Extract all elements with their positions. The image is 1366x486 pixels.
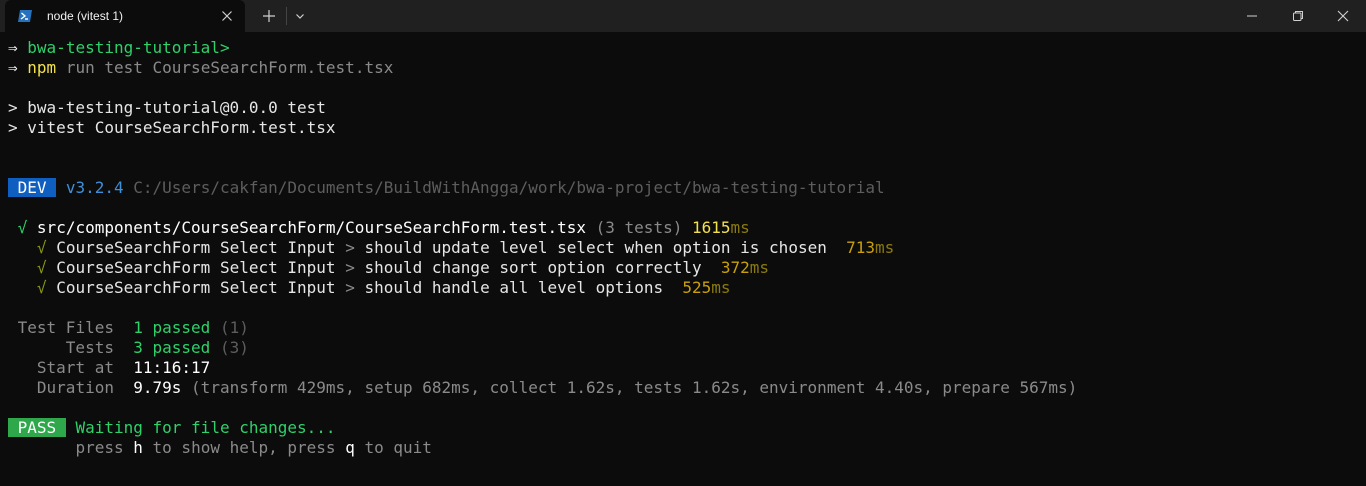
test-result-3: √ CourseSearchForm Select Input > should… (36, 278, 731, 297)
minimize-button[interactable] (1229, 0, 1275, 32)
check-icon: √ (36, 238, 47, 257)
dev-line: DEV v3.2.4 C:/Users/cakfan/Documents/Bui… (8, 178, 885, 198)
prompt-line-1: ⇒ bwa-testing-tutorial> (8, 38, 230, 57)
script-line-1: > bwa-testing-tutorial@0.0.0 test (8, 98, 326, 117)
close-icon (1337, 10, 1349, 22)
title-bar: node (vitest 1) (0, 0, 1366, 32)
test-result-1: √ CourseSearchForm Select Input > should… (36, 238, 895, 257)
tab-title: node (vitest 1) (47, 9, 124, 23)
tab-separator (286, 7, 287, 25)
minimize-icon (1247, 15, 1257, 17)
script-line-2: > vitest CourseSearchForm.test.tsx (8, 118, 336, 137)
summary-start: Start at 11:16:17 (36, 358, 211, 377)
summary-files: Test Files 1 passed (1) (17, 318, 249, 337)
dev-badge: DEV (8, 178, 57, 197)
pass-line: PASS Waiting for file changes... (8, 418, 336, 438)
close-window-button[interactable] (1320, 0, 1366, 32)
chevron-down-icon (296, 14, 304, 19)
maximize-button[interactable] (1275, 0, 1321, 32)
pass-badge: PASS (8, 418, 66, 437)
terminal-tab[interactable]: node (vitest 1) (5, 0, 245, 32)
tab-dropdown-button[interactable] (289, 0, 311, 32)
test-file-line: √ src/components/CourseSearchForm/Course… (17, 218, 750, 237)
restore-icon (1293, 11, 1303, 21)
help-line: press h to show help, press q to quit (75, 438, 432, 457)
check-icon: √ (36, 278, 47, 297)
summary-duration: Duration 9.79s (transform 429ms, setup 6… (36, 378, 1078, 397)
test-result-2: √ CourseSearchForm Select Input > should… (36, 258, 770, 277)
check-icon: √ (17, 218, 28, 237)
terminal-output[interactable]: ⇒ bwa-testing-tutorial> ⇒ npm run test C… (0, 32, 1366, 486)
powershell-icon (18, 10, 32, 22)
plus-icon (263, 10, 275, 22)
prompt-line-2: ⇒ npm run test CourseSearchForm.test.tsx (8, 58, 394, 77)
summary-tests: Tests 3 passed (3) (65, 338, 249, 357)
check-icon: √ (36, 258, 47, 277)
close-tab-icon[interactable] (217, 6, 237, 26)
new-tab-button[interactable] (255, 0, 283, 32)
